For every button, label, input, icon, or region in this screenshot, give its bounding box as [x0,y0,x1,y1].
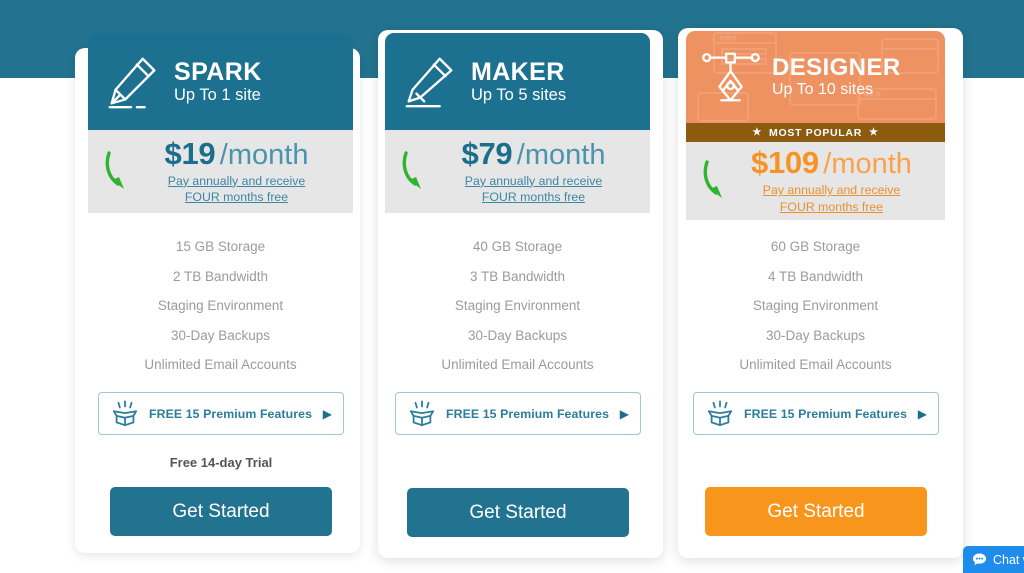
feature-list-spark: 15 GB Storage 2 TB Bandwidth Staging Env… [88,232,353,380]
feature-list-maker: 40 GB Storage 3 TB Bandwidth Staging Env… [385,232,650,380]
most-popular-label: MOST POPULAR [769,126,862,139]
price-amount-designer: $109 [751,145,819,181]
green-arrow-icon [703,160,722,198]
feature-item: 30-Day Backups [170,327,271,343]
feature-item: Unlimited Email Accounts [144,357,297,372]
plan-name-designer: DESIGNER [772,53,901,81]
price-panel-maker: $79 /month Pay annually and receive FOUR… [385,130,650,213]
pencil-icon [108,57,156,108]
chevron-right-icon: ▶ [322,406,332,421]
plan-name-maker: MAKER [471,58,565,87]
feature-item: 15 GB Storage [175,239,266,254]
green-arrow-icon [402,150,421,189]
price-period-designer: /month [823,148,912,181]
plan-sites-maker: Up To 5 sites [471,86,567,105]
get-started-button-maker[interactable]: Get Started [407,488,629,537]
price-panel-spark: $19 /month Pay annually and receive FOUR… [88,130,353,213]
star-icon-right: ★ [869,126,879,138]
feature-item: 2 TB Bandwidth [172,268,269,284]
star-icon-left: ★ [752,126,762,138]
feature-item: Staging Environment [157,298,284,313]
price-panel-designer: $109 /month Pay annually and receive FOU… [686,142,945,220]
plan-header-maker: MAKER Up To 5 sites [385,33,650,130]
feature-item: 60 GB Storage [770,239,861,254]
plan-header-designer: DESIGNER Up To 10 sites [686,31,945,123]
price-amount-spark: $19 [164,135,216,171]
pricing-page: SPARK Up To 1 site $19 /month Pay annual… [0,0,1024,573]
price-period-maker: /month [516,138,606,171]
green-arrow-icon [105,150,124,189]
get-started-button-spark[interactable]: Get Started [110,487,332,536]
annual-offer-link-designer-line2[interactable]: FOUR months free [730,199,933,215]
open-box-icon [707,400,733,426]
annual-offer-link-designer-line1[interactable]: Pay annually and receive [730,182,933,198]
trial-note-spark: Free 14-day Trial [169,455,273,470]
annual-offer-link-maker-line2[interactable]: FOUR months free [429,189,638,205]
pen-icon [405,57,453,107]
feature-item: Unlimited Email Accounts [739,357,892,372]
open-box-icon [409,400,435,426]
feature-item: Staging Environment [454,298,581,313]
annual-offer-link-maker-line1[interactable]: Pay annually and receive [429,173,638,189]
open-box-icon [112,400,138,426]
pen-tool-icon [702,52,760,102]
get-started-button-designer[interactable]: Get Started [705,487,927,536]
premium-features-button-maker[interactable]: FREE 15 Premium Features ▶ [395,392,641,435]
feature-item: 4 TB Bandwidth [767,268,864,284]
price-period-spark: /month [219,138,309,171]
price-amount-maker: $79 [461,135,513,171]
chat-widget-label: Chat wi [993,552,1024,567]
plan-sites-spark: Up To 1 site [174,86,261,105]
premium-features-label: FREE 15 Premium Features [446,406,610,421]
premium-features-label: FREE 15 Premium Features [149,406,313,421]
annual-offer-link-spark-line2[interactable]: FOUR months free [132,189,341,205]
feature-list-designer: 60 GB Storage 4 TB Bandwidth Staging Env… [686,232,945,380]
premium-features-label: FREE 15 Premium Features [744,406,908,421]
feature-item: Staging Environment [752,298,879,313]
most-popular-badge: ★ MOST POPULAR ★ [686,123,945,142]
feature-item: 3 TB Bandwidth [469,268,566,284]
feature-item: 40 GB Storage [472,239,563,254]
plan-header-spark: SPARK Up To 1 site [88,33,353,130]
feature-item: 30-Day Backups [467,327,568,343]
feature-item: 30-Day Backups [765,327,866,343]
chat-bubble-icon [972,553,987,566]
premium-features-button-designer[interactable]: FREE 15 Premium Features ▶ [693,392,939,435]
chat-widget[interactable]: Chat wi [963,546,1024,573]
feature-item: Unlimited Email Accounts [441,357,594,372]
chevron-right-icon: ▶ [917,406,927,421]
premium-features-button-spark[interactable]: FREE 15 Premium Features ▶ [98,392,344,435]
chevron-right-icon: ▶ [619,406,629,421]
plan-sites-designer: Up To 10 sites [772,81,874,99]
annual-offer-link-spark-line1[interactable]: Pay annually and receive [132,173,341,189]
plan-name-spark: SPARK [174,58,262,87]
